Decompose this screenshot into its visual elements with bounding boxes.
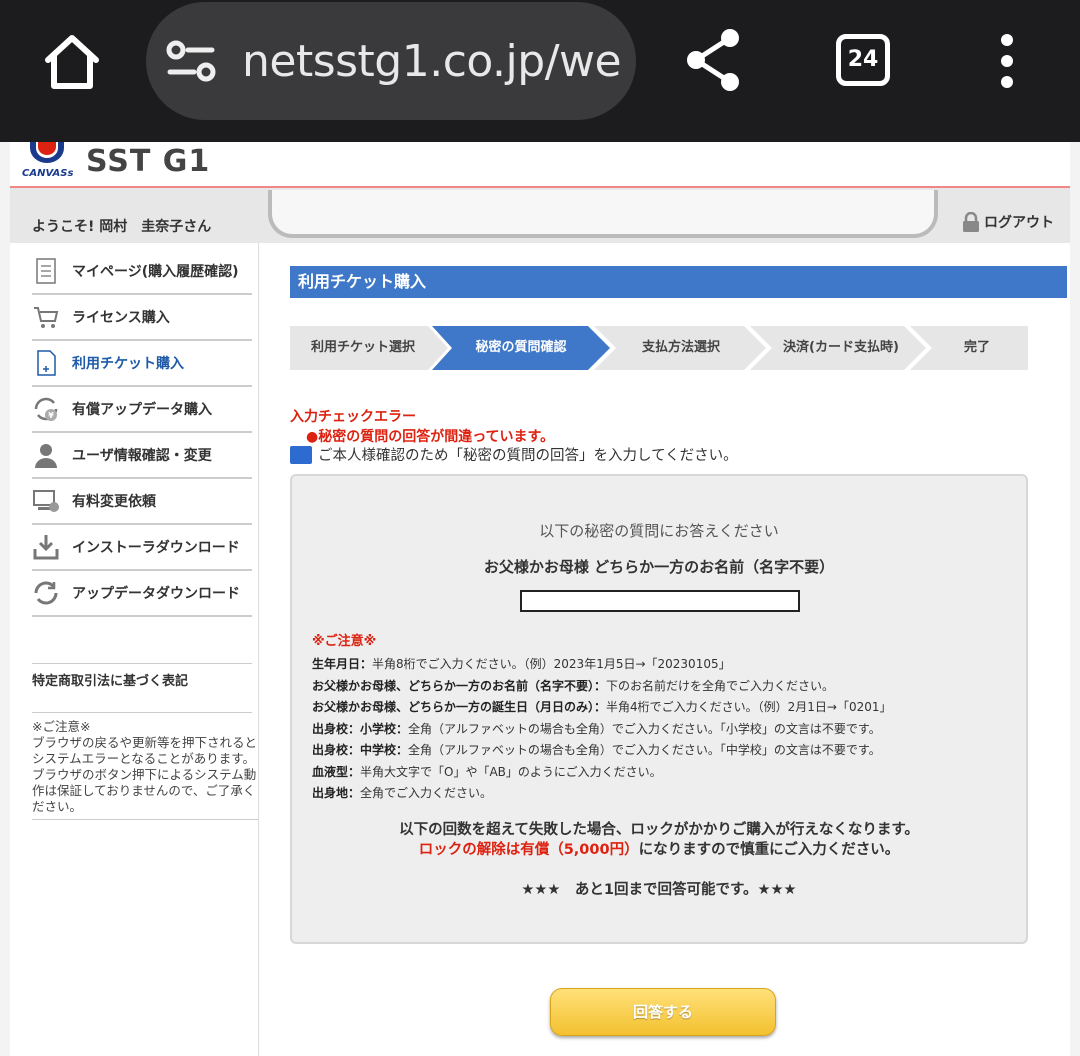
step-secret-question: 秘密の質問確認 (475, 340, 567, 355)
logout-label[interactable]: ログアウト (984, 212, 1054, 232)
submit-answer-button[interactable]: 回答する (550, 988, 776, 1036)
sidebar: マイページ(購入履歴確認) ライセンス購入 利用チケット購入 ¥ 有償アップデー… (10, 243, 259, 1056)
site-logo[interactable]: SST G1 (86, 144, 210, 179)
sidebar-item-paid-change[interactable]: 有料変更依頼 (32, 479, 252, 525)
sidebar-item-label: インストーラダウンロード (72, 540, 240, 556)
header-tab-shape (268, 190, 938, 238)
sidebar-item-label: 有償アップデータ購入 (72, 402, 212, 418)
sidebar-note-body: ブラウザの戻るや更新等を押下されるとシステムエラーとなることがあります。ブラウザ… (32, 735, 258, 814)
computer-icon (33, 490, 59, 512)
sidebar-item-user-info[interactable]: ユーザ情報確認・変更 (32, 433, 252, 479)
more-options-icon[interactable] (992, 34, 1022, 88)
sidebar-item-installer-download[interactable]: インストーラダウンロード (32, 525, 252, 571)
browser-toolbar: netsstg1.co.jp/we 24 (0, 0, 1080, 142)
sidebar-item-label: 利用チケット購入 (72, 356, 184, 372)
url-bar[interactable]: netsstg1.co.jp/we (146, 2, 636, 120)
lock-icon (963, 212, 979, 232)
document-icon (36, 258, 56, 284)
answer-input[interactable] (520, 590, 800, 612)
site-settings-icon[interactable] (166, 40, 216, 84)
canvas-logo-icon (30, 142, 64, 163)
remaining-attempts: ★★★ あと1回まで回答可能です。★★★ (521, 882, 797, 898)
instruction: ご本人様確認のため「秘密の質問の回答」を入力してください。 (290, 444, 738, 465)
refresh-icon (34, 581, 58, 605)
caution-row: お父様かお母様、どちらか一方の誕生日（月日のみ）：半角4桁でご入力ください。（例… (312, 700, 892, 714)
sidebar-item-updater-download[interactable]: アップデータダウンロード (32, 571, 252, 617)
legal-notice-link[interactable]: 特定商取引法に基づく表記 (32, 663, 252, 713)
home-icon[interactable] (40, 30, 104, 92)
sidebar-item-label: ライセンス購入 (72, 310, 170, 326)
caution-list: 生年月日：半角8桁でご入力ください。（例）2023年1月5日→「20230105… (312, 654, 1012, 805)
bullet-square-icon (290, 445, 312, 464)
lock-warning-line2: ロックの解除は有償（5,000円）になりますので慎重にご入力ください。 (292, 838, 1026, 859)
caution-row: お父様かお母様、どちらか一方のお名前（名字不要）：下のお名前だけを全角でご入力く… (312, 678, 835, 693)
sidebar-note: ※ご注意※ ブラウザの戻るや更新等を押下されるとシステムエラーとなることがありま… (32, 719, 258, 820)
cart-icon (34, 307, 59, 328)
step-complete: 完了 (963, 340, 990, 355)
sidebar-item-license[interactable]: ライセンス購入 (32, 295, 252, 341)
page-edge (1070, 142, 1080, 1056)
svg-text:¥: ¥ (48, 411, 54, 420)
web-page: CANVASs SST G1 ようこそ! 岡村 圭奈子さん ログアウト マイペー… (10, 142, 1070, 1056)
step-payment-method: 支払方法選択 (641, 340, 720, 355)
share-icon[interactable] (686, 28, 742, 92)
sidebar-item-label: ユーザ情報確認・変更 (72, 448, 212, 464)
caution-row: 出身校：中学校：全角（アルファベットの場合も全角）でご入力ください。「中学校」の… (312, 743, 881, 757)
question-box: 以下の秘密の質問にお答えください お父様かお母様 どちらか一方のお名前（名字不要… (290, 474, 1028, 944)
page-title: 利用チケット購入 (290, 266, 1067, 298)
step-ticket-select: 利用チケット選択 (310, 340, 415, 355)
instruction-text: ご本人様確認のため「秘密の質問の回答」を入力してください。 (318, 448, 738, 464)
sidebar-note-title: ※ご注意※ (32, 719, 91, 734)
welcome-text: ようこそ! 岡村 圭奈子さん (32, 219, 212, 235)
sidebar-item-ticket[interactable]: 利用チケット購入 (32, 341, 252, 387)
sidebar-item-label: 有料変更依頼 (72, 494, 156, 510)
download-icon (33, 535, 59, 560)
caution-row: 出身地：全角でご入力ください。 (312, 786, 493, 800)
sidebar-item-label: マイページ(購入履歴確認) (72, 264, 239, 280)
question-lead: 以下の秘密の質問にお答えください (539, 522, 779, 540)
error-message: ●秘密の質問の回答が間違っています。 (306, 429, 555, 445)
lock-fee-text: ロックの解除は有償（5,000円） (418, 842, 639, 858)
question-text: お父様かお母様 どちらか一方のお名前（名字不要） (483, 558, 835, 576)
caution-title: ※ご注意※ (312, 634, 377, 649)
ticket-page-icon (37, 350, 56, 376)
url-text[interactable]: netsstg1.co.jp/we (242, 36, 622, 87)
tab-switcher-button[interactable]: 24 (836, 34, 890, 86)
caution-row: 出身校：小学校：全角（アルファベットの場合も全角）でご入力ください。「小学校」の… (312, 721, 881, 736)
user-icon (35, 444, 57, 468)
logo-subtext: CANVASs (22, 168, 74, 179)
site-header: CANVASs SST G1 (10, 142, 1070, 188)
caution-row: 血液型：半角大文字で「O」や「AB」のようにご入力ください。 (312, 764, 662, 779)
lock-warning-rest: になりますので慎重にご入力ください。 (638, 842, 900, 858)
sidebar-item-paid-update[interactable]: ¥ 有償アップデータ購入 (32, 387, 252, 433)
logout-link[interactable]: ログアウト (962, 212, 1054, 232)
step-settlement: 決済(カード支払時) (783, 340, 899, 355)
lock-warning-line1: 以下の回数を超えて失敗した場合、ロックがかかりご購入が行えなくなります。 (399, 822, 919, 838)
error-title: 入力チェックエラー (290, 409, 416, 425)
sidebar-item-mypage[interactable]: マイページ(購入履歴確認) (32, 249, 252, 295)
caution-row: 生年月日：半角8桁でご入力ください。（例）2023年1月5日→「20230105… (312, 657, 731, 671)
sidebar-item-label: アップデータダウンロード (72, 586, 240, 602)
paid-update-icon: ¥ (34, 397, 58, 421)
